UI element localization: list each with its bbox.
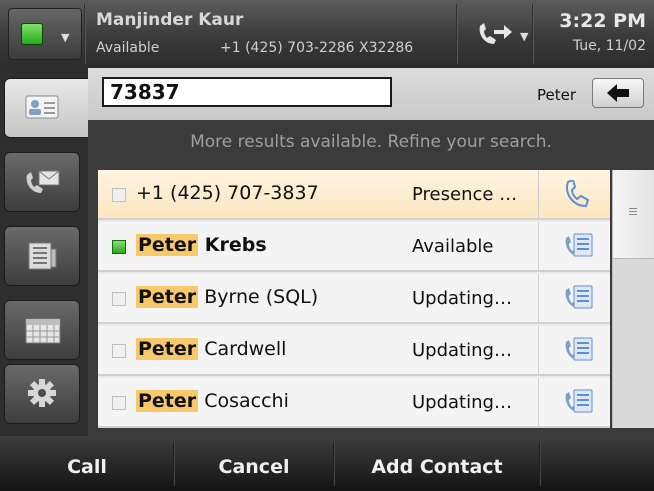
arrow-left-icon bbox=[607, 84, 629, 102]
call-button[interactable]: Call bbox=[0, 436, 174, 491]
search-hint: Peter bbox=[536, 86, 576, 104]
result-row[interactable]: Peter Krebs Available bbox=[98, 222, 610, 272]
result-row[interactable]: Peter Cardwell Updating… bbox=[98, 326, 610, 376]
result-status: Updating… bbox=[412, 288, 512, 309]
clock: 3:22 PM bbox=[559, 10, 646, 32]
match-highlight: Peter bbox=[136, 390, 199, 412]
divider bbox=[84, 4, 86, 64]
status-bar: ▼ Manjinder Kaur Available +1 (425) 703-… bbox=[0, 0, 654, 69]
cancel-button[interactable]: Cancel bbox=[174, 436, 334, 491]
presence-status: Available bbox=[96, 40, 160, 56]
presence-indicator-icon bbox=[21, 23, 43, 45]
divider bbox=[538, 170, 539, 218]
presence-button[interactable]: ▼ bbox=[8, 8, 82, 60]
divider bbox=[456, 4, 458, 64]
voicemail-icon bbox=[26, 170, 60, 193]
call-forward-button[interactable]: ▼ bbox=[462, 8, 530, 60]
match-highlight: Peter bbox=[136, 286, 199, 308]
chevron-down-icon: ▼ bbox=[520, 30, 529, 43]
contact-card-icon[interactable] bbox=[564, 232, 594, 264]
scroll-thumb[interactable] bbox=[613, 170, 654, 259]
result-row[interactable]: Peter Cosacchi Updating… bbox=[98, 378, 610, 428]
rail-settings-button[interactable] bbox=[4, 364, 80, 424]
rail-contacts-button[interactable] bbox=[4, 78, 88, 138]
result-name-text: Cosacchi bbox=[198, 390, 289, 412]
rail-calendar-button[interactable] bbox=[4, 300, 80, 360]
presence-unknown-icon bbox=[112, 188, 126, 202]
divider bbox=[538, 274, 539, 322]
presence-unknown-icon bbox=[112, 292, 126, 306]
scrollbar[interactable] bbox=[612, 170, 654, 428]
search-input[interactable] bbox=[102, 77, 392, 107]
phone-icon[interactable] bbox=[564, 178, 590, 212]
result-status: Updating… bbox=[412, 340, 512, 361]
result-status: Updating… bbox=[412, 392, 512, 413]
result-row[interactable]: Peter Byrne (SQL) Updating… bbox=[98, 274, 610, 324]
left-nav-rail bbox=[0, 68, 88, 436]
result-name-text: Byrne (SQL) bbox=[198, 286, 319, 308]
call-forward-icon bbox=[479, 23, 512, 44]
result-row[interactable]: +1 (425) 707-3837 Presence … bbox=[98, 170, 610, 220]
result-name: Peter Cardwell bbox=[136, 338, 286, 360]
contact-card-icon[interactable] bbox=[564, 284, 594, 316]
result-name: Peter Byrne (SQL) bbox=[136, 286, 318, 308]
rail-call-log-button[interactable] bbox=[4, 226, 80, 286]
phone-screen: ▼ Manjinder Kaur Available +1 (425) 703-… bbox=[0, 0, 654, 491]
softkey-bar: Call Cancel Add Contact bbox=[0, 436, 654, 491]
divider bbox=[538, 326, 539, 374]
calendar-icon bbox=[25, 318, 61, 344]
match-highlight: Peter bbox=[136, 338, 199, 360]
divider bbox=[538, 378, 539, 426]
add-contact-button[interactable]: Add Contact bbox=[334, 436, 540, 491]
contact-search-panel: Peter More results available. Refine you… bbox=[88, 68, 654, 436]
date: Tue, 11/02 bbox=[572, 38, 646, 54]
divider bbox=[538, 222, 539, 270]
result-name-text: Cardwell bbox=[198, 338, 287, 360]
backspace-button[interactable] bbox=[592, 78, 644, 108]
call-log-icon bbox=[28, 242, 57, 270]
result-name: +1 (425) 707-3837 bbox=[136, 182, 319, 204]
rail-voicemail-button[interactable] bbox=[4, 152, 80, 212]
user-phone-number: +1 (425) 703-2286 X32286 bbox=[220, 40, 414, 56]
results-info-bar: More results available. Refine your sear… bbox=[88, 120, 654, 168]
results-info-text: More results available. Refine your sear… bbox=[190, 132, 552, 152]
grip-icon bbox=[629, 208, 637, 216]
result-status: Available bbox=[412, 236, 494, 257]
result-name-text: Krebs bbox=[198, 234, 267, 256]
contact-card-icon[interactable] bbox=[564, 388, 594, 420]
presence-unknown-icon bbox=[112, 344, 126, 358]
match-highlight: Peter bbox=[136, 234, 199, 256]
contact-card-icon[interactable] bbox=[564, 336, 594, 368]
softkey-empty[interactable] bbox=[540, 436, 654, 491]
result-name: Peter Cosacchi bbox=[136, 390, 289, 412]
user-name: Manjinder Kaur bbox=[96, 10, 244, 30]
contact-card-icon bbox=[25, 95, 59, 119]
result-name-text: +1 (425) 707-3837 bbox=[136, 182, 319, 204]
user-info: Manjinder Kaur Available +1 (425) 703-22… bbox=[88, 4, 456, 64]
result-name: Peter Krebs bbox=[136, 234, 267, 256]
search-bar: Peter bbox=[88, 68, 654, 120]
chevron-down-icon: ▼ bbox=[61, 31, 70, 44]
presence-unknown-icon bbox=[112, 396, 126, 410]
gear-icon bbox=[28, 379, 56, 407]
divider bbox=[532, 4, 534, 64]
results-list: +1 (425) 707-3837 Presence … Peter Krebs Av… bbox=[98, 170, 610, 428]
presence-available-icon bbox=[112, 240, 126, 254]
result-status: Presence … bbox=[412, 184, 518, 205]
